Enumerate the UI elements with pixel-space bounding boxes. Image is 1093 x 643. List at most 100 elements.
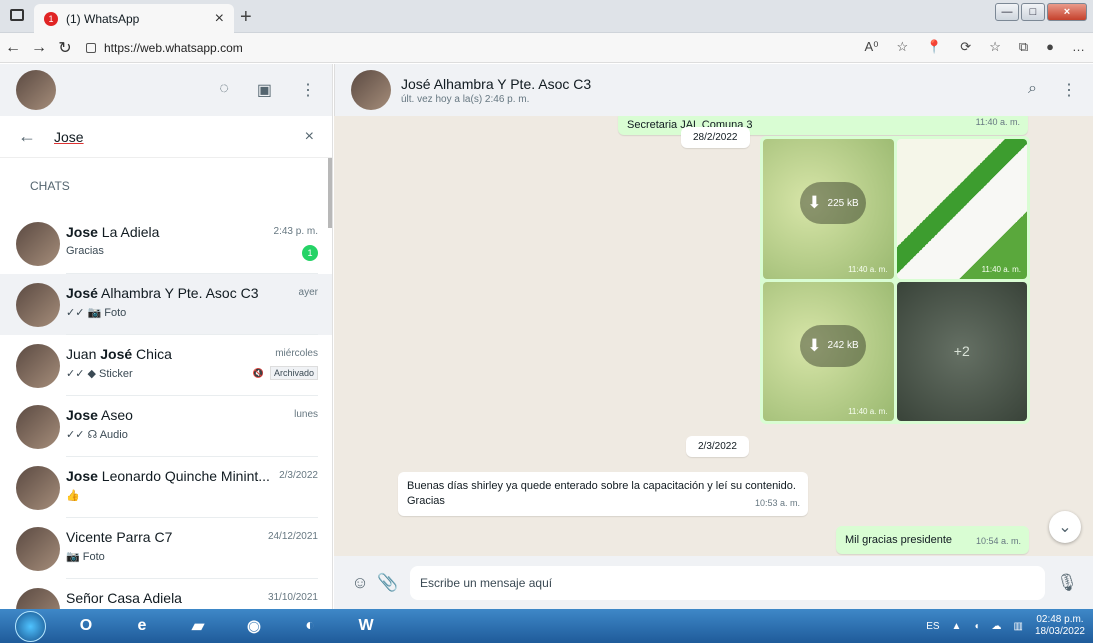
conversation-info[interactable]: José Alhambra Y Pte. Asoc C3 últ. vez ho… xyxy=(401,76,591,105)
status-icon[interactable]: ◌ xyxy=(219,80,229,100)
forward-icon[interactable]: → xyxy=(26,39,52,57)
chat-list-panel: ◌ ▣ ⋮ ← Jose × CHATS Jose La Adiela Grac… xyxy=(0,64,333,640)
message-time: 10:53 a. m. xyxy=(754,498,800,508)
left-panel-header: ◌ ▣ ⋮ xyxy=(0,64,332,116)
favorite-icon[interactable]: ☆ xyxy=(896,39,908,55)
contact-avatar xyxy=(16,465,60,510)
conversation-header[interactable]: José Alhambra Y Pte. Asoc C3 últ. vez ho… xyxy=(334,64,1093,116)
chat-item-juan-jose-chica[interactable]: Juan José Chica ✓✓ ◆ Sticker miércoles 🔇… xyxy=(0,335,332,396)
message-text: Buenas días shirley ya quede enterado so… xyxy=(407,480,796,507)
conversation-avatar[interactable] xyxy=(351,70,391,110)
contact-avatar xyxy=(16,221,60,266)
chat-search: ← Jose × xyxy=(0,116,332,158)
muted-icon: 🔇 xyxy=(252,367,264,378)
word-icon[interactable]: W xyxy=(342,611,390,641)
scroll-down-button[interactable]: ⌄ xyxy=(1049,511,1081,543)
my-profile-avatar[interactable] xyxy=(16,70,56,110)
chrome-icon[interactable]: ◉ xyxy=(230,611,278,641)
media-time: 11:40 a. m. xyxy=(848,407,888,416)
message-input[interactable]: Escribe un mensaje aquí xyxy=(410,565,1045,600)
start-button[interactable] xyxy=(6,610,54,642)
collections-icon[interactable]: ⧉ xyxy=(1019,39,1028,55)
extension-icon[interactable]: 📍 xyxy=(926,39,942,55)
extensions-icon[interactable]: ⟳ xyxy=(960,39,971,55)
outgoing-message[interactable]: Mil gracias presidente 10:54 a. m. xyxy=(836,526,1029,554)
profile-icon[interactable]: ● xyxy=(1046,39,1054,55)
chat-name: Jose Aseo xyxy=(66,407,133,423)
network-icon[interactable]: ▥ xyxy=(1013,621,1022,632)
menu-icon[interactable]: ⋮ xyxy=(1061,80,1077,100)
chat-preview: ✓✓ 📷 Foto xyxy=(66,307,127,319)
address-field[interactable]: https://web.whatsapp.com xyxy=(86,41,243,55)
window-controls: — □ × xyxy=(995,3,1087,21)
chat-item-jose-leonardo[interactable]: Jose Leonardo Quinche Minint... 👍 2/3/20… xyxy=(0,457,332,518)
message-list[interactable]: Secretaria JAL Comuna 3 11:40 a. m. 28/2… xyxy=(334,116,1093,556)
chat-time: 2/3/2022 xyxy=(279,470,318,481)
date-separator: 2/3/2022 xyxy=(686,436,749,457)
chat-item-jose-aseo[interactable]: Jose Aseo ✓✓ ☊ Audio lunes xyxy=(0,396,332,457)
more-options-icon[interactable]: … xyxy=(1072,39,1085,55)
chat-item-vicente-parra[interactable]: Vicente Parra C7 📷 Foto 24/12/2021 xyxy=(0,518,332,579)
chat-name: José Alhambra Y Pte. Asoc C3 xyxy=(66,285,259,301)
image-tile[interactable]: ⬇ 242 kB 11:40 a. m. xyxy=(763,281,894,421)
office-icon[interactable]: O xyxy=(62,611,110,641)
conversation-actions: ⌕ ⋮ xyxy=(1028,80,1077,100)
emoji-icon[interactable]: ☺ xyxy=(346,573,374,593)
download-button[interactable]: ⬇ 242 kB xyxy=(800,324,866,367)
browser-toolbar: A⁰ ☆ 📍 ⟳ ☆ ⧉ ● … xyxy=(865,39,1085,55)
chat-time: 2:43 p. m. xyxy=(273,226,318,237)
attach-icon[interactable]: 📎 xyxy=(374,573,402,593)
maximize-window-button[interactable]: □ xyxy=(1021,3,1045,21)
lock-icon xyxy=(86,42,96,53)
back-icon[interactable]: ← xyxy=(0,39,26,57)
whatsapp-browser-tab[interactable]: 1 (1) WhatsApp × xyxy=(34,4,234,33)
contact-avatar xyxy=(16,282,60,327)
incoming-message[interactable]: Buenas días shirley ya quede enterado so… xyxy=(398,472,808,516)
read-aloud-icon[interactable]: A⁰ xyxy=(865,39,879,55)
close-window-button[interactable]: × xyxy=(1047,3,1087,21)
new-chat-icon[interactable]: ▣ xyxy=(257,80,272,100)
message-composer: ☺ 📎 Escribe un mensaje aquí 🎙 xyxy=(334,556,1093,609)
chat-item-jose-alhambra[interactable]: José Alhambra Y Pte. Asoc C3 ✓✓ 📷 Foto a… xyxy=(0,274,332,335)
edge-icon[interactable]: ◐ xyxy=(286,611,334,641)
page-url[interactable]: https://web.whatsapp.com xyxy=(104,41,243,55)
unread-badge: 1 xyxy=(302,245,318,261)
onedrive-icon[interactable]: ☁ xyxy=(991,621,1001,632)
date-separator: 28/2/2022 xyxy=(681,127,750,148)
favorites-icon[interactable]: ☆ xyxy=(989,39,1001,55)
clear-search-icon[interactable]: × xyxy=(305,128,314,146)
message-time: 11:40 a. m. xyxy=(975,117,1020,127)
outgoing-message[interactable]: Secretaria JAL Comuna 3 11:40 a. m. xyxy=(618,116,1028,135)
file-explorer-icon[interactable]: ▰ xyxy=(174,611,222,641)
tab-actions-icon[interactable] xyxy=(10,9,24,21)
microphone-icon[interactable]: 🎙 xyxy=(1053,573,1081,593)
document-image-tile[interactable]: 11:40 a. m. xyxy=(896,139,1027,279)
minimize-window-button[interactable]: — xyxy=(995,3,1019,21)
download-button[interactable]: ⬇ 225 kB xyxy=(800,182,866,224)
message-time: 10:54 a. m. xyxy=(975,536,1021,546)
taskbar-clock[interactable]: 02:48 p.m. 18/03/2022 xyxy=(1035,614,1085,638)
chat-time: lunes xyxy=(294,409,318,420)
more-images-tile[interactable]: +2 xyxy=(896,281,1027,421)
search-icon[interactable]: ⌕ xyxy=(1028,80,1037,100)
media-album[interactable]: ⬇ 225 kB 11:40 a. m. 11:40 a. m. ⬇ 242 kB … xyxy=(760,136,1030,424)
menu-icon[interactable]: ⋮ xyxy=(300,80,316,100)
tray-arrow-icon[interactable]: ▲ xyxy=(952,621,962,632)
search-input[interactable]: Jose xyxy=(54,129,305,145)
internet-explorer-icon[interactable]: e xyxy=(118,611,166,641)
contact-avatar xyxy=(16,343,60,388)
chat-item-jose-la-adiela[interactable]: Jose La Adiela Gracias 2:43 p. m. 1 xyxy=(0,213,332,274)
image-tile[interactable]: ⬇ 225 kB 11:40 a. m. xyxy=(763,139,894,279)
chat-list-scrollbar[interactable] xyxy=(328,158,332,228)
language-indicator[interactable]: ES xyxy=(926,621,939,632)
back-arrow-icon[interactable]: ← xyxy=(18,126,48,147)
windows-taskbar: O e ▰ ◉ ◐ W ES ▲ ◖ ☁ ▥ 02:48 p.m. 18/03/… xyxy=(0,609,1093,643)
close-tab-icon[interactable]: × xyxy=(215,10,224,28)
new-tab-icon[interactable]: + xyxy=(240,6,252,29)
chat-preview: Gracias xyxy=(66,245,104,257)
contact-avatar xyxy=(16,526,60,571)
media-time: 11:40 a. m. xyxy=(848,264,888,274)
chat-time: miércoles xyxy=(275,348,318,359)
volume-icon[interactable]: ◖ xyxy=(973,621,979,632)
refresh-icon[interactable]: ↻ xyxy=(52,38,78,58)
